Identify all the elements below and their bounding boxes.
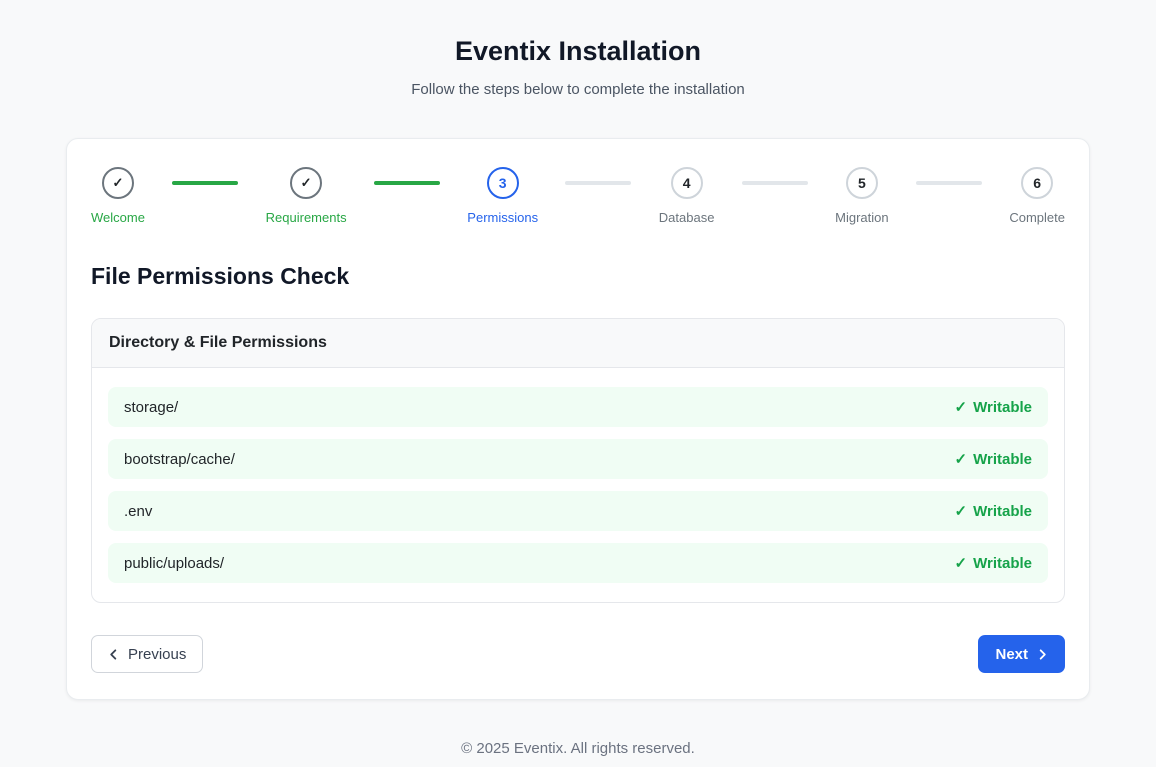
previous-button[interactable]: Previous bbox=[91, 635, 203, 673]
step-complete: 6 Complete bbox=[1009, 167, 1065, 225]
permission-path: bootstrap/cache/ bbox=[124, 451, 235, 468]
step-number: 3 bbox=[499, 175, 507, 191]
step-welcome: ✓ Welcome bbox=[91, 167, 145, 225]
footer-copyright: © 2025 Eventix. All rights reserved. bbox=[0, 740, 1156, 757]
status-label: Writable bbox=[973, 399, 1032, 416]
step-connector bbox=[889, 181, 1010, 185]
check-icon: ✓ bbox=[301, 175, 312, 191]
permission-status: ✓ Writable bbox=[955, 450, 1032, 468]
next-button[interactable]: Next bbox=[978, 635, 1065, 673]
step-welcome-circle: ✓ bbox=[102, 167, 134, 199]
panel-title: Directory & File Permissions bbox=[92, 319, 1064, 368]
step-database-label: Database bbox=[659, 210, 715, 225]
permission-row: storage/ ✓ Writable bbox=[108, 387, 1048, 427]
page-subtitle: Follow the steps below to complete the i… bbox=[0, 81, 1156, 98]
status-label: Writable bbox=[973, 451, 1032, 468]
check-icon: ✓ bbox=[955, 398, 968, 416]
check-icon: ✓ bbox=[955, 450, 968, 468]
connector-line bbox=[742, 181, 808, 185]
permission-status: ✓ Writable bbox=[955, 554, 1032, 572]
step-requirements: ✓ Requirements bbox=[266, 167, 347, 225]
permission-row: .env ✓ Writable bbox=[108, 491, 1048, 531]
wizard-actions: Previous Next bbox=[91, 635, 1065, 673]
check-icon: ✓ bbox=[955, 502, 968, 520]
step-permissions-circle: 3 bbox=[487, 167, 519, 199]
connector-line bbox=[565, 181, 631, 185]
chevron-left-icon bbox=[108, 649, 119, 660]
step-database-circle: 4 bbox=[671, 167, 703, 199]
step-connector bbox=[145, 181, 266, 185]
permission-row: bootstrap/cache/ ✓ Writable bbox=[108, 439, 1048, 479]
step-migration-label: Migration bbox=[835, 210, 888, 225]
check-icon: ✓ bbox=[955, 554, 968, 572]
step-connector bbox=[714, 181, 835, 185]
permission-path: public/uploads/ bbox=[124, 555, 224, 572]
stepper: ✓ Welcome ✓ Requirements 3 Permissions 4… bbox=[91, 167, 1065, 225]
step-connector bbox=[538, 181, 659, 185]
step-migration: 5 Migration bbox=[835, 167, 888, 225]
connector-line bbox=[172, 181, 238, 185]
connector-line bbox=[374, 181, 440, 185]
permission-row: public/uploads/ ✓ Writable bbox=[108, 543, 1048, 583]
step-complete-circle: 6 bbox=[1021, 167, 1053, 199]
permissions-panel: Directory & File Permissions storage/ ✓ … bbox=[91, 318, 1065, 603]
previous-button-label: Previous bbox=[128, 646, 186, 663]
permission-path: storage/ bbox=[124, 399, 178, 416]
step-migration-circle: 5 bbox=[846, 167, 878, 199]
step-permissions: 3 Permissions bbox=[467, 167, 538, 225]
check-icon: ✓ bbox=[113, 175, 124, 191]
step-database: 4 Database bbox=[659, 167, 715, 225]
next-button-label: Next bbox=[995, 646, 1028, 663]
chevron-right-icon bbox=[1037, 649, 1048, 660]
step-requirements-label: Requirements bbox=[266, 210, 347, 225]
step-connector bbox=[347, 181, 468, 185]
permission-status: ✓ Writable bbox=[955, 502, 1032, 520]
step-welcome-label: Welcome bbox=[91, 210, 145, 225]
connector-line bbox=[916, 181, 982, 185]
page-title: Eventix Installation bbox=[0, 36, 1156, 67]
permission-path: .env bbox=[124, 503, 152, 520]
step-number: 4 bbox=[683, 175, 691, 191]
step-requirements-circle: ✓ bbox=[290, 167, 322, 199]
step-number: 6 bbox=[1033, 175, 1041, 191]
page-header: Eventix Installation Follow the steps be… bbox=[0, 0, 1156, 98]
step-permissions-label: Permissions bbox=[467, 210, 538, 225]
step-complete-label: Complete bbox=[1009, 210, 1065, 225]
status-label: Writable bbox=[973, 555, 1032, 572]
installer-card: ✓ Welcome ✓ Requirements 3 Permissions 4… bbox=[66, 138, 1090, 700]
step-number: 5 bbox=[858, 175, 866, 191]
panel-body: storage/ ✓ Writable bootstrap/cache/ ✓ W… bbox=[92, 368, 1064, 602]
section-heading: File Permissions Check bbox=[91, 263, 1065, 290]
permission-status: ✓ Writable bbox=[955, 398, 1032, 416]
status-label: Writable bbox=[973, 503, 1032, 520]
